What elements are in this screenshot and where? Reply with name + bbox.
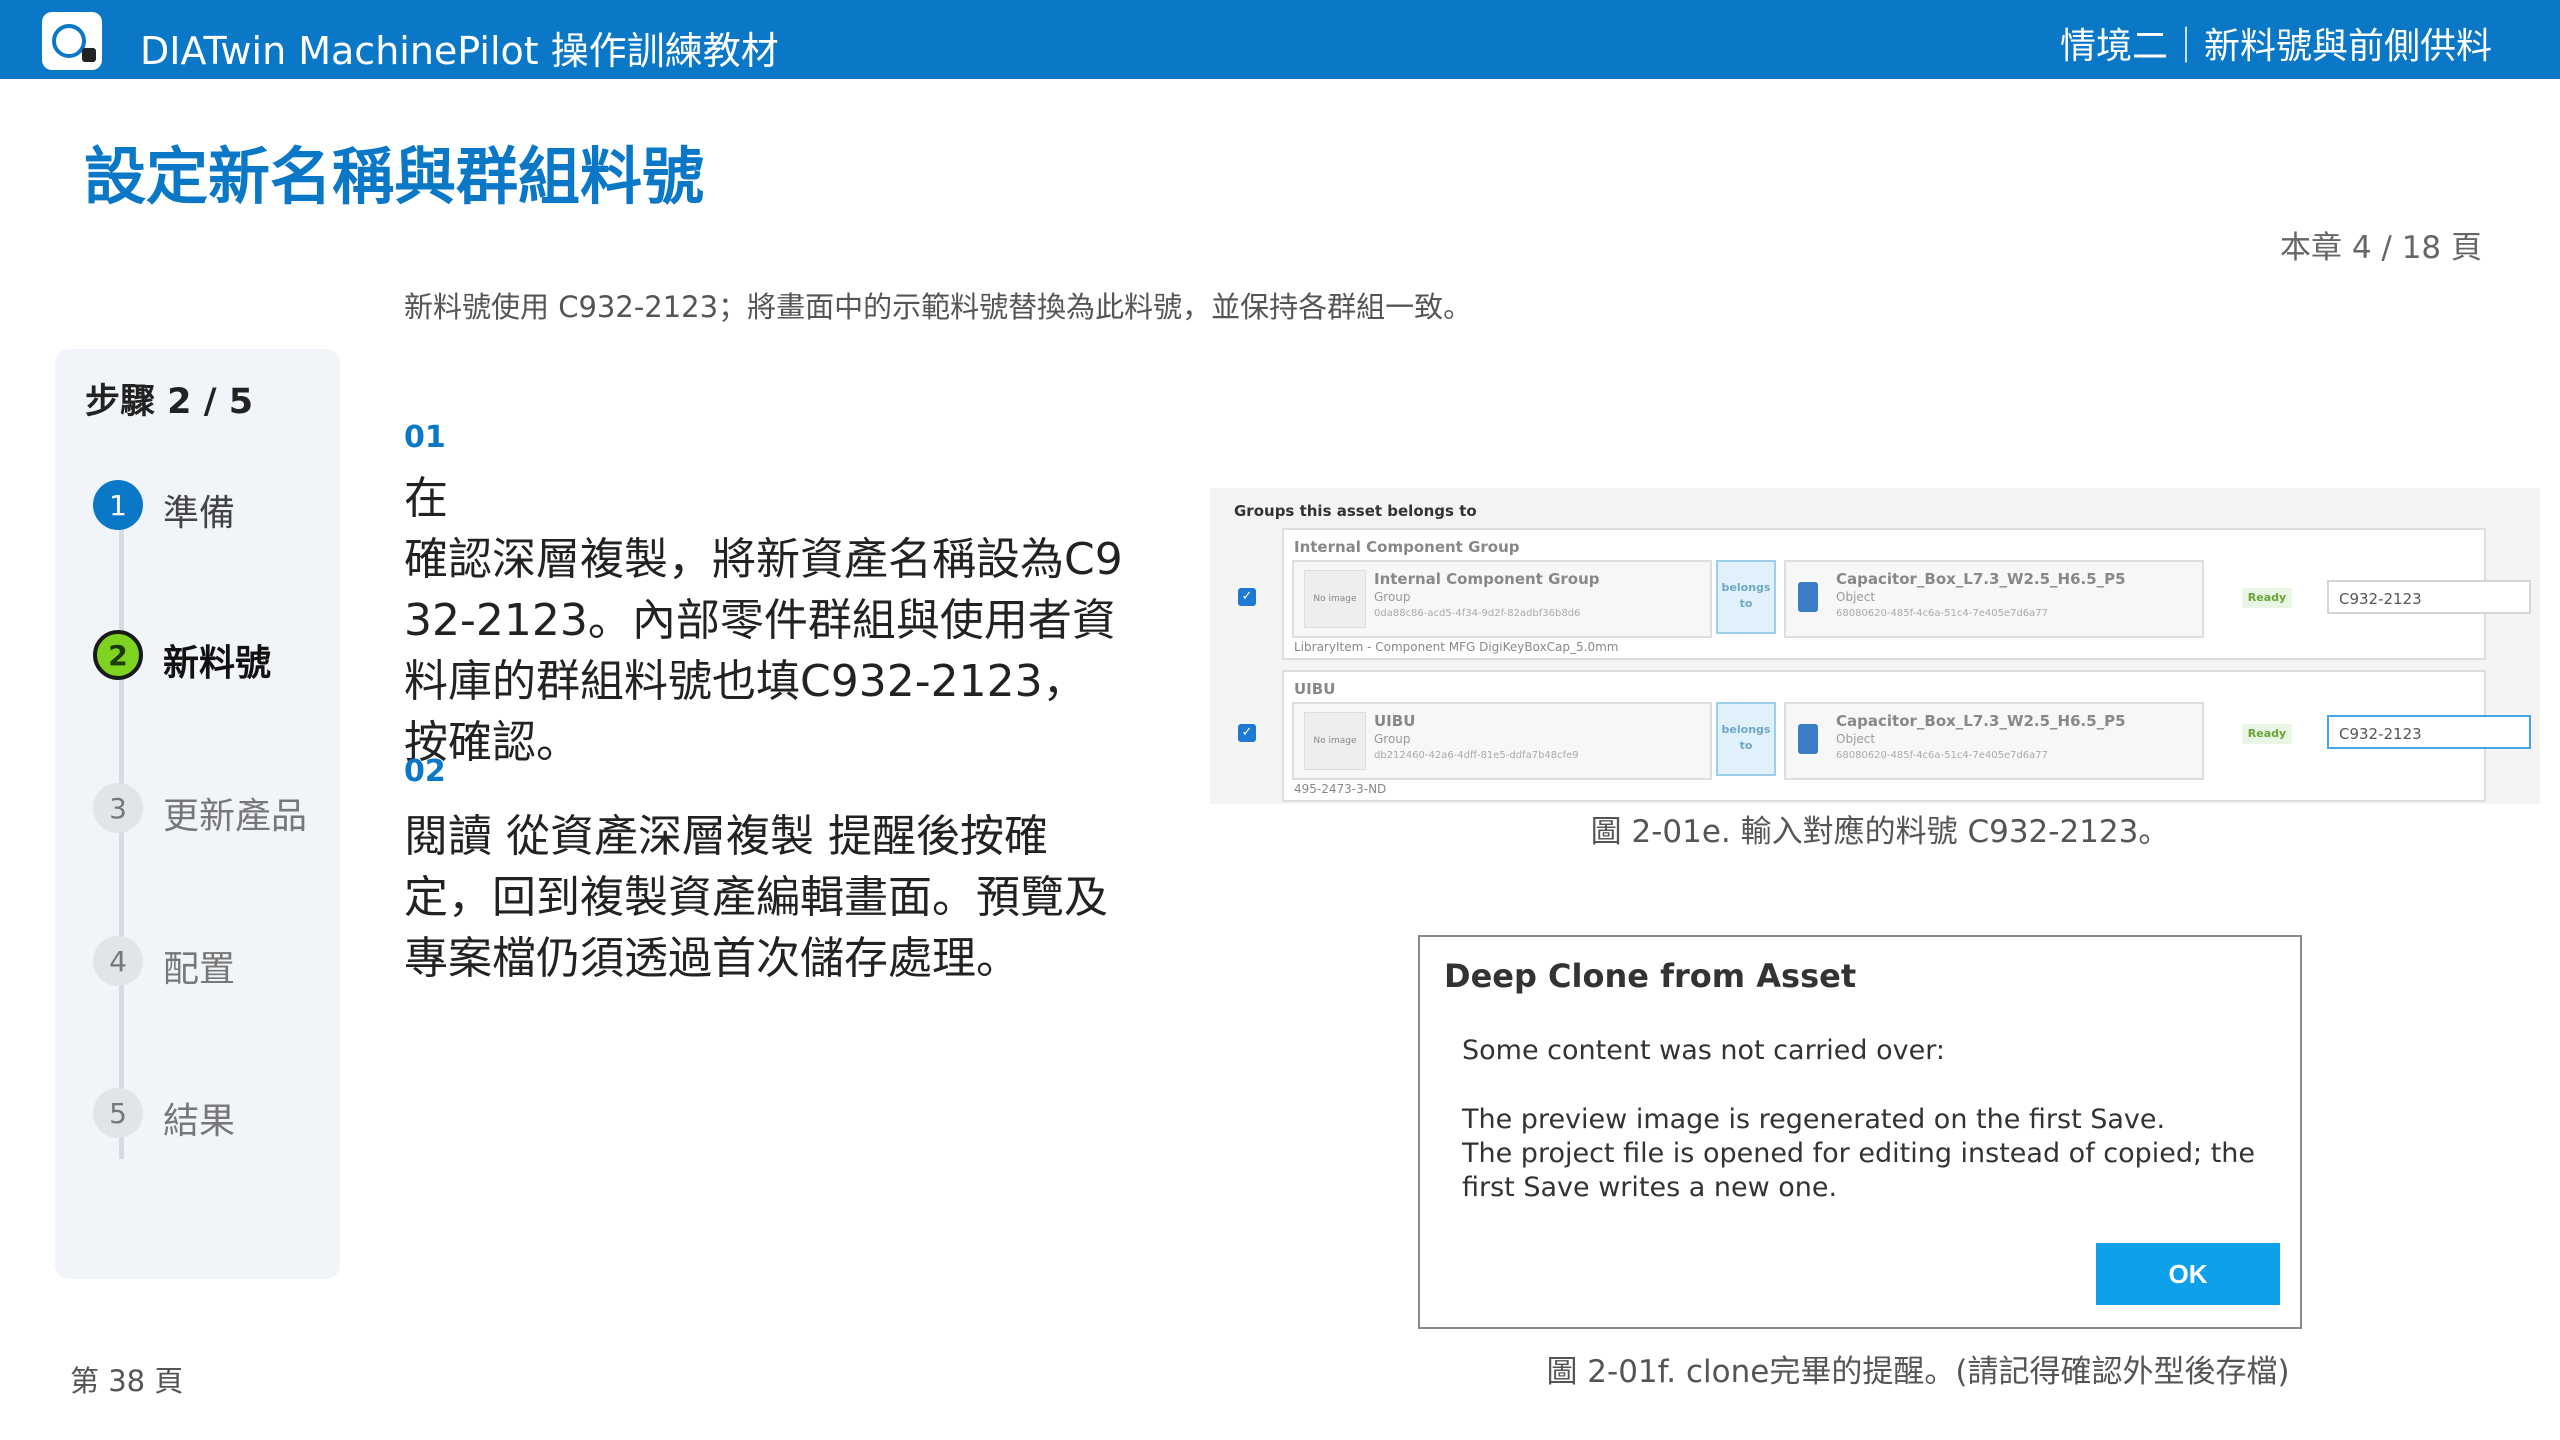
no-image-placeholder: No image [1304,570,1366,628]
object-card-subtitle: Object [1836,732,1876,746]
step-number-badge: 1 [93,480,143,530]
step-item-update-product[interactable]: 3 更新產品 [93,779,333,839]
deep-clone-dialog: Deep Clone from Asset Some content was n… [1418,935,2302,1329]
step-number-badge: 4 [93,936,143,986]
group-row: Internal Component Group No image Intern… [1282,528,2486,660]
group-row: UIBU No image UIBU Group db212460-42a6-4… [1282,670,2486,802]
group-card-subtitle: Group [1374,590,1411,604]
object-card-title: Capacitor_Box_L7.3_W2.5_H6.5_P5 [1836,712,2126,730]
footer-page-number: 第 38 頁 [70,1364,184,1398]
object-card-id: 68080620-485f-4c6a-51c4-7e405e7d6a77 [1836,608,2049,619]
dialog-title: Deep Clone from Asset [1444,957,1857,995]
app-title: DIATwin MachinePilot 操作訓練教材 [140,29,779,73]
step-label: 準備 [163,493,236,534]
item-number: 01 [404,420,446,455]
dialog-message: Some content was not carried over: [1462,1035,1945,1066]
chapter-page-indicator: 本章 4 / 18 頁 [2279,230,2482,266]
step-item-result[interactable]: 5 結果 [93,1084,333,1144]
status-badge: Ready [2242,588,2292,608]
header-bar: DIATwin MachinePilot 操作訓練教材 情境二｜新料號與前側供料 [0,0,2560,79]
no-image-placeholder: No image [1304,712,1366,770]
object-card-title: Capacitor_Box_L7.3_W2.5_H6.5_P5 [1836,570,2126,588]
step-panel: 步驟 2 / 5 1 準備 2 新料號 3 更新產品 4 配置 5 結果 [55,349,340,1279]
status-badge: Ready [2242,724,2292,744]
ok-button[interactable]: OK [2096,1243,2280,1305]
step-item-prepare[interactable]: 1 準備 [93,476,333,536]
groups-heading: Groups this asset belongs to [1234,502,1477,520]
step-number-badge: 3 [93,783,143,833]
step-heading: 步驟 2 / 5 [85,382,254,422]
group-card: No image Internal Component Group Group … [1292,560,1712,638]
scenario-title: 情境二｜新料號與前側供料 [2059,26,2492,67]
library-item: LibraryItem - Component MFG DigiKeyBoxCa… [1294,640,1619,654]
item-text: 閱讀 從資產深層複製 提醒後按確定，回到複製資產編輯畫面。預覽及專案檔仍須透過首… [404,811,1108,984]
item-text: 在 確認深層複製，將新資產名稱設為C932-2123。內部零件群組與使用者資料庫… [404,473,1123,768]
groups-screenshot: Groups this asset belongs to ✓ Internal … [1210,488,2540,804]
item-number: 02 [404,754,446,789]
step-label: 配置 [163,949,236,990]
part-number-input[interactable]: C932-2123 [2327,715,2531,749]
group-card-id: db212460-42a6-4dff-81e5-ddfa7b48cfe9 [1374,750,1579,761]
figure-caption: 圖 2-01f. clone完畢的提醒。(請記得確認外型後存檔) [1546,1354,2290,1390]
step-label: 結果 [163,1101,236,1142]
group-card-id: 0da88c86-acd5-4f34-9d2f-82adbf36b8d6 [1374,608,1581,619]
step-number-badge: 2 [93,630,143,680]
step-number-badge: 5 [93,1088,143,1138]
instruction-text: 新料號使用 C932-2123；將畫面中的示範料號替換為此料號，並保持各群組一致… [404,290,1473,324]
figure-caption: 圖 2-01e. 輸入對應的料號 C932-2123。 [1590,814,2170,850]
group-name: Internal Component Group [1294,538,1520,556]
step-item-new-part-number[interactable]: 2 新料號 [93,626,333,686]
app-logo-icon [42,12,102,70]
group-card-title: Internal Component Group [1374,570,1600,588]
step-label: 更新產品 [163,796,308,837]
group-name: UIBU [1294,680,1336,698]
part-number-input[interactable]: C932-2123 [2327,580,2531,614]
page-title: 設定新名稱與群組料號 [84,140,705,213]
group-card: No image UIBU Group db212460-42a6-4dff-8… [1292,702,1712,780]
belongs-to-badge: belongs to [1716,560,1776,634]
step-item-configure[interactable]: 4 配置 [93,932,333,992]
library-item: 495-2473-3-ND [1294,782,1387,796]
step-connector-line [119,519,124,1159]
object-card-id: 68080620-485f-4c6a-51c4-7e405e7d6a77 [1836,750,2049,761]
group-checkbox[interactable]: ✓ [1238,724,1256,742]
step-label: 新料號 [163,643,272,684]
group-card-subtitle: Group [1374,732,1411,746]
object-card: Capacitor_Box_L7.3_W2.5_H6.5_P5 Object 6… [1784,560,2204,638]
group-card-title: UIBU [1374,712,1416,730]
object-card-subtitle: Object [1836,590,1876,604]
capacitor-icon [1798,582,1818,612]
group-checkbox[interactable]: ✓ [1238,588,1256,606]
object-card: Capacitor_Box_L7.3_W2.5_H6.5_P5 Object 6… [1784,702,2204,780]
belongs-to-badge: belongs to [1716,702,1776,776]
capacitor-icon [1798,724,1818,754]
dialog-body: The preview image is regenerated on the … [1462,1104,2256,1203]
